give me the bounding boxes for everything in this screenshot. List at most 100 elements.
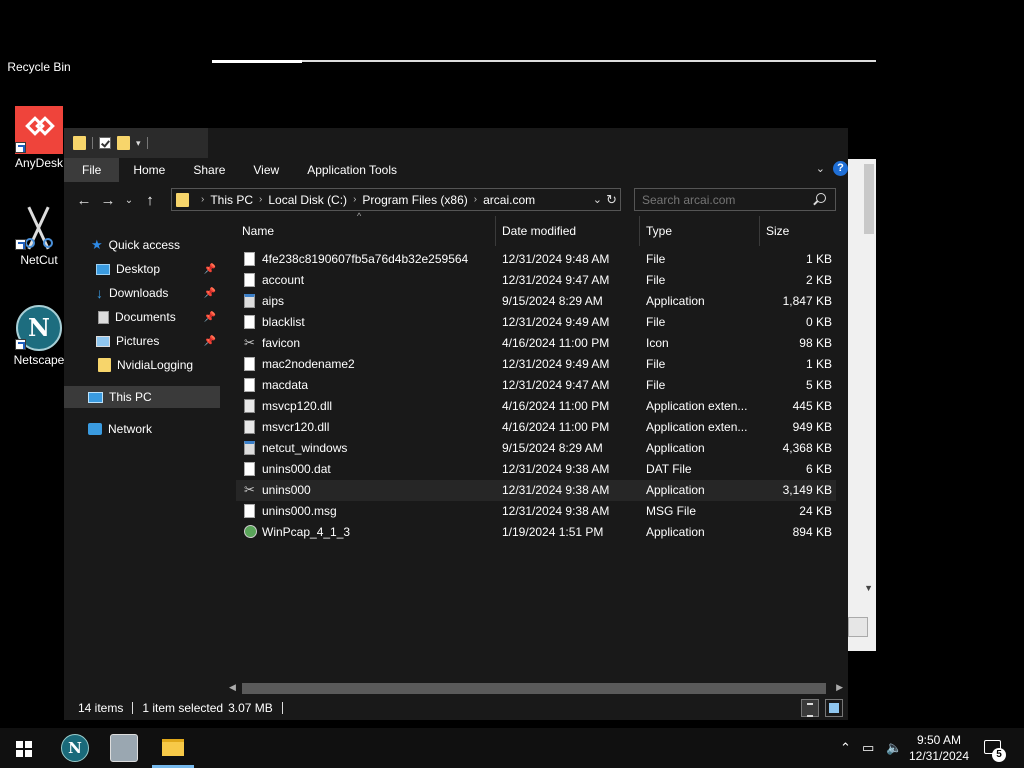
chevron-right-icon[interactable]: › xyxy=(474,194,477,205)
search-input[interactable] xyxy=(634,188,836,211)
help-icon[interactable]: ? xyxy=(833,161,848,176)
pin-icon[interactable]: 📌 xyxy=(204,264,216,275)
pictures-icon xyxy=(96,335,110,347)
properties-icon[interactable] xyxy=(99,137,111,149)
pin-icon[interactable]: 📌 xyxy=(204,288,216,299)
taskbar-netscape-icon[interactable]: N xyxy=(61,734,89,762)
file-size: 0 KB xyxy=(805,315,832,329)
column-header-name[interactable]: ^ Name xyxy=(236,211,496,246)
file-row[interactable]: msvcr120.dll 4/16/2024 11:00 PM Applicatio… xyxy=(236,417,836,438)
chevron-down-icon[interactable]: ▾ xyxy=(136,138,141,149)
file-row[interactable]: ✂ unins000 12/31/2024 9:38 AM Application 3,… xyxy=(236,480,836,501)
file-row[interactable]: mac2nodename2 12/31/2024 9:49 AM File 1 KB xyxy=(236,354,836,375)
nav-desktop[interactable]: Desktop 📌 xyxy=(64,258,220,280)
chevron-down-icon[interactable]: ▼ xyxy=(864,583,873,593)
file-icon xyxy=(244,357,255,371)
pin-icon[interactable]: 📌 xyxy=(204,312,216,323)
refresh-icon[interactable]: ↻ xyxy=(606,192,617,208)
file-row[interactable]: macdata 12/31/2024 9:47 AM File 5 KB xyxy=(236,375,836,396)
breadcrumb-arcai[interactable]: arcai.com xyxy=(483,193,535,207)
breadcrumb-local-disk[interactable]: Local Disk (C:) xyxy=(268,193,347,207)
windows-start-icon[interactable] xyxy=(16,741,32,757)
tab-share[interactable]: Share xyxy=(179,158,239,182)
chevron-down-icon[interactable]: ⌄ xyxy=(593,193,602,206)
nav-downloads[interactable]: ↓ Downloads 📌 xyxy=(64,282,220,304)
file-name: unins000.msg xyxy=(262,504,337,518)
details-view-icon[interactable] xyxy=(801,699,819,717)
notification-badge: 5 xyxy=(992,748,1006,762)
progress-track xyxy=(212,60,876,62)
chevron-up-icon[interactable]: ⌃ xyxy=(840,740,851,756)
chevron-right-icon[interactable]: › xyxy=(201,194,204,205)
file-explorer-window[interactable]: ▾ File Home Share View Application Tools… xyxy=(64,128,848,720)
file-date: 4/16/2024 11:00 PM xyxy=(502,420,610,434)
expand-ribbon-icon[interactable]: ⌄ xyxy=(816,162,825,175)
nav-documents[interactable]: Documents 📌 xyxy=(64,306,220,328)
tab-file[interactable]: File xyxy=(64,158,120,182)
chevron-right-icon[interactable]: ▶ xyxy=(836,682,843,693)
new-folder-icon[interactable] xyxy=(117,136,130,150)
taskbar-file-explorer-icon[interactable] xyxy=(159,734,187,762)
file-row[interactable]: unins000.msg 12/31/2024 9:38 AM MSG File 24… xyxy=(236,501,836,522)
nav-quick-access[interactable]: ★ Quick access xyxy=(64,234,220,256)
nav-nvidialogging[interactable]: NvidiaLogging xyxy=(64,354,220,376)
network-status-icon[interactable]: ▭ xyxy=(862,740,874,756)
file-row[interactable]: WinPcap_4_1_3 1/19/2024 1:51 PM Applicatio… xyxy=(236,522,836,543)
navigation-bar: ← → ⌄ ↑ › This PC › Local Disk (C:) › Pr… xyxy=(64,186,848,214)
chevron-right-icon[interactable]: › xyxy=(353,194,356,205)
file-row[interactable]: 4fe238c8190607fb5a76d4b32e259564 12/31/20… xyxy=(236,249,836,270)
column-header-date[interactable]: Date modified xyxy=(496,216,640,246)
system-clock[interactable]: 9:50 AM 12/31/2024 xyxy=(908,732,970,764)
background-scrollbar-thumb[interactable] xyxy=(864,164,874,234)
scissors-icon: ✂ xyxy=(244,335,255,350)
file-name: unins000.dat xyxy=(262,462,331,476)
nav-this-pc[interactable]: This PC xyxy=(64,386,220,408)
file-row[interactable]: netcut_windows 9/15/2024 8:29 AM Applicati… xyxy=(236,438,836,459)
taskbar-netcut-icon[interactable] xyxy=(110,734,138,762)
file-date: 1/19/2024 1:51 PM xyxy=(502,525,604,539)
breadcrumb-this-pc[interactable]: This PC xyxy=(210,193,253,207)
file-name: macdata xyxy=(262,378,309,392)
file-name: account xyxy=(262,273,305,287)
tab-home[interactable]: Home xyxy=(119,158,179,182)
recent-locations-icon[interactable]: ⌄ xyxy=(120,195,138,206)
background-window[interactable]: ▼ xyxy=(848,159,876,651)
nav-pictures[interactable]: Pictures 📌 xyxy=(64,330,220,352)
file-date: 12/31/2024 9:38 AM xyxy=(502,462,610,476)
forward-arrow-icon[interactable]: → xyxy=(96,192,120,209)
pin-icon[interactable]: 📌 xyxy=(204,336,216,347)
navigation-pane: ★ Quick access Desktop 📌 ↓ Downloads 📌 D… xyxy=(64,224,220,680)
file-row[interactable]: msvcp120.dll 4/16/2024 11:00 PM Applicatio… xyxy=(236,396,836,417)
nav-label: Downloads xyxy=(109,286,169,300)
file-size: 1,847 KB xyxy=(782,294,832,308)
large-icons-view-icon[interactable] xyxy=(825,699,843,717)
column-header-type[interactable]: Type xyxy=(640,216,760,246)
file-row[interactable]: blacklist 12/31/2024 9:49 AM File 0 KB xyxy=(236,312,836,333)
nav-label: This PC xyxy=(109,390,152,404)
file-row[interactable]: ✂ favicon 4/16/2024 11:00 PM Icon 98 KB xyxy=(236,333,836,354)
file-date: 12/31/2024 9:48 AM xyxy=(502,252,610,266)
chevron-left-icon[interactable]: ◀ xyxy=(229,682,236,693)
background-window-control[interactable] xyxy=(848,617,868,637)
breadcrumb-program-files[interactable]: Program Files (x86) xyxy=(362,193,467,207)
network-icon xyxy=(88,423,102,435)
folder-icon[interactable] xyxy=(73,136,86,150)
search-icon[interactable] xyxy=(816,193,826,203)
file-row[interactable]: unins000.dat 12/31/2024 9:38 AM DAT File 6 … xyxy=(236,459,836,480)
address-bar[interactable]: › This PC › Local Disk (C:) › Program Fi… xyxy=(171,188,621,211)
column-header-size[interactable]: Size xyxy=(760,216,836,246)
sort-ascending-icon: ^ xyxy=(357,211,362,221)
horizontal-scrollbar[interactable]: ◀ ▶ xyxy=(224,681,848,696)
volume-muted-icon[interactable]: 🔈 xyxy=(886,740,902,756)
back-arrow-icon[interactable]: ← xyxy=(72,192,96,209)
tab-application-tools[interactable]: Application Tools xyxy=(293,158,411,182)
up-arrow-icon[interactable]: ↑ xyxy=(138,192,162,209)
chevron-right-icon[interactable]: › xyxy=(259,194,262,205)
tab-view[interactable]: View xyxy=(239,158,293,182)
file-row[interactable]: aips 9/15/2024 8:29 AM Application 1,847 KB xyxy=(236,291,836,312)
desktop-icon-recycle-bin[interactable]: Recycle Bin xyxy=(1,58,77,74)
file-date: 9/15/2024 8:29 AM xyxy=(502,441,603,455)
file-row[interactable]: account 12/31/2024 9:47 AM File 2 KB xyxy=(236,270,836,291)
nav-network[interactable]: Network xyxy=(64,418,220,440)
scrollbar-thumb[interactable] xyxy=(242,683,826,694)
